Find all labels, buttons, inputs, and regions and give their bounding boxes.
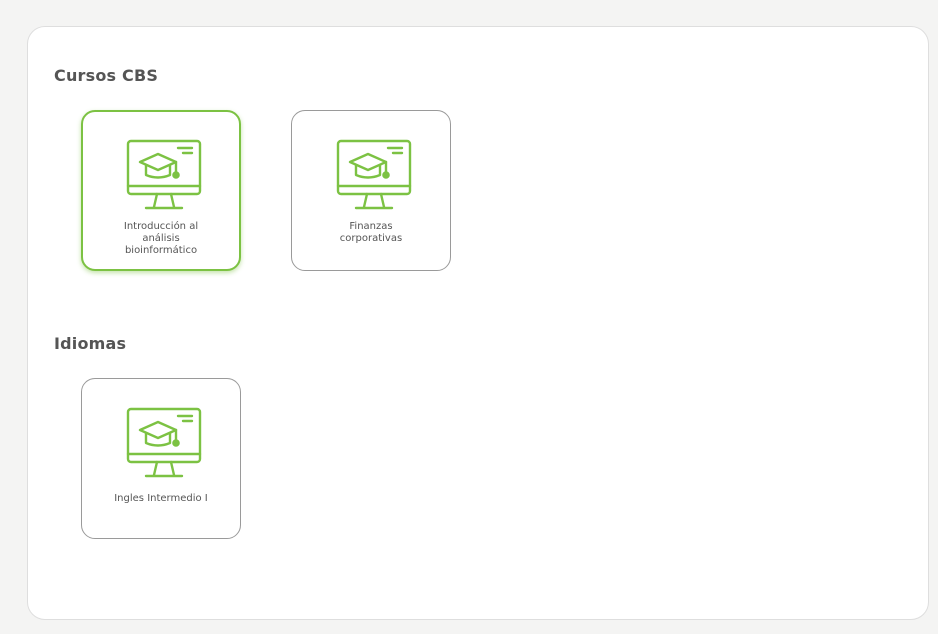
section-title-cursos-cbs: Cursos CBS [54, 66, 159, 85]
course-card-introduccion-bioinformatico[interactable]: Introducción al análisis bioinformático [81, 110, 241, 271]
section-title-idiomas: Idiomas [54, 334, 127, 353]
course-card-finanzas-corporativas[interactable]: Finanzas corporativas [291, 110, 451, 271]
course-card-ingles-intermedio[interactable]: Ingles Intermedio I [81, 378, 241, 539]
graduation-monitor-icon [336, 139, 412, 210]
course-card-label: Introducción al análisis bioinformático [123, 221, 199, 256]
graduation-monitor-icon [126, 139, 202, 210]
course-card-label: Finanzas corporativas [339, 221, 403, 244]
course-card-label: Ingles Intermedio I [114, 493, 208, 504]
graduation-monitor-icon [126, 407, 202, 478]
